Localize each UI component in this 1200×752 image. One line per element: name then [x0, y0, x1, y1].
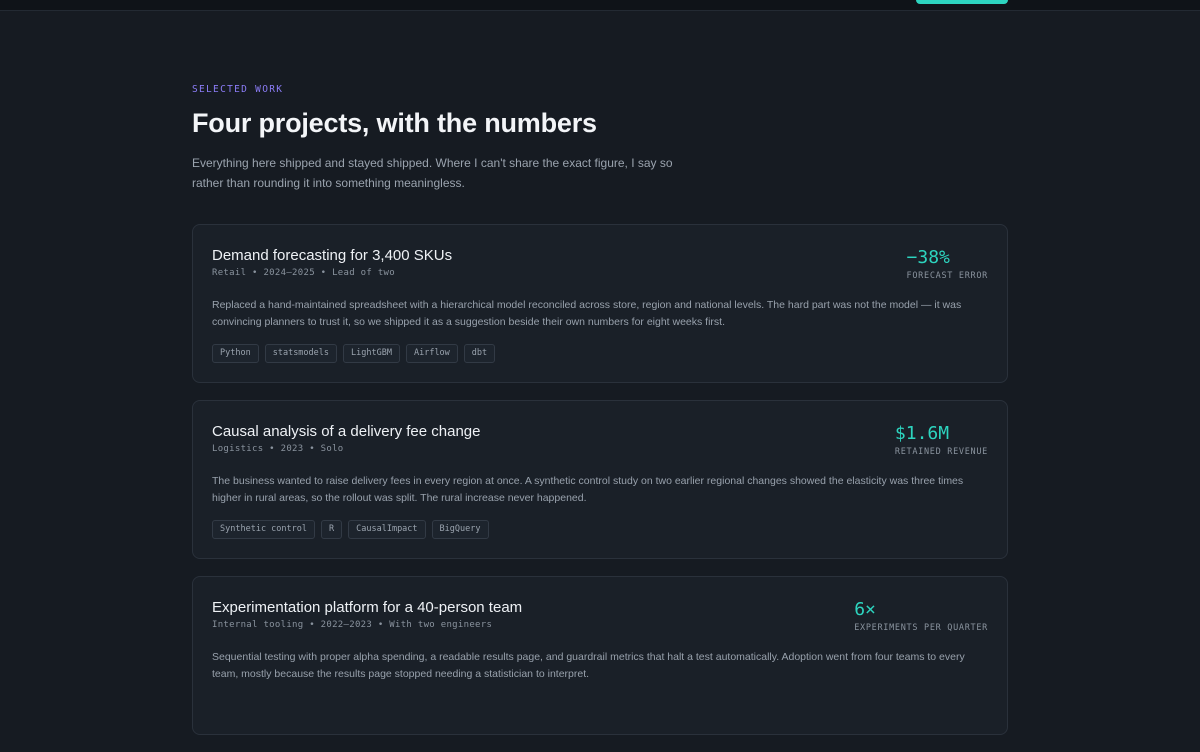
section-eyebrow: SELECTED WORK [192, 84, 284, 95]
project-card[interactable]: Causal analysis of a delivery fee change… [192, 400, 1008, 559]
tech-tag: Python [212, 344, 259, 363]
metric-value: $1.6M [894, 423, 950, 444]
nav-cta-button[interactable] [916, 0, 1008, 4]
tech-tag: LightGBM [343, 344, 400, 363]
tag-list: Synthetic control R CausalImpact BigQuer… [212, 520, 988, 539]
tech-tag: Synthetic control [212, 520, 315, 539]
metric-label: EXPERIMENTS PER QUARTER [854, 623, 988, 633]
metric-value: 6× [854, 599, 876, 620]
project-metric: $1.6M RETAINED REVENUE [895, 423, 988, 457]
tech-tag: statsmodels [264, 344, 338, 363]
metric-value: −38% [906, 247, 950, 268]
project-description: The business wanted to raise delivery fe… [212, 475, 964, 504]
section-lede: Everything here shipped and stayed shipp… [192, 156, 673, 190]
tech-tag: dbt [463, 344, 496, 363]
project-title[interactable]: Demand forecasting for 3,400 SKUs [212, 247, 988, 265]
project-metric: 6× EXPERIMENTS PER QUARTER [854, 599, 988, 633]
project-list: Demand forecasting for 3,400 SKUs Retail… [192, 224, 1008, 752]
tag-list: Python statsmodels LightGBM Airflow dbt [212, 344, 988, 363]
metric-label: FORECAST ERROR [906, 271, 988, 281]
project-card[interactable]: Demand forecasting for 3,400 SKUs Retail… [192, 224, 1008, 383]
project-meta: Logistics • 2023 • Solo [212, 444, 344, 454]
selected-work-header: SELECTED WORK Four projects, with the nu… [192, 84, 1008, 193]
tech-tag: BigQuery [431, 520, 489, 539]
tech-tag: R [321, 520, 343, 539]
tech-tag: Airflow [405, 344, 458, 363]
project-description: Replaced a hand-maintained spreadsheet w… [212, 299, 962, 328]
section-title: Four projects, with the numbers [192, 108, 597, 138]
tech-tag: CausalImpact [348, 520, 426, 539]
top-nav-bar [0, 0, 1200, 11]
project-description: Sequential testing with proper alpha spe… [212, 651, 965, 680]
project-title[interactable]: Causal analysis of a delivery fee change [212, 423, 988, 441]
metric-label: RETAINED REVENUE [894, 447, 988, 457]
project-card[interactable]: Experimentation platform for a 40-person… [192, 576, 1008, 735]
project-meta: Retail • 2024–2025 • Lead of two [212, 268, 395, 278]
project-metric: −38% FORECAST ERROR [907, 247, 988, 281]
